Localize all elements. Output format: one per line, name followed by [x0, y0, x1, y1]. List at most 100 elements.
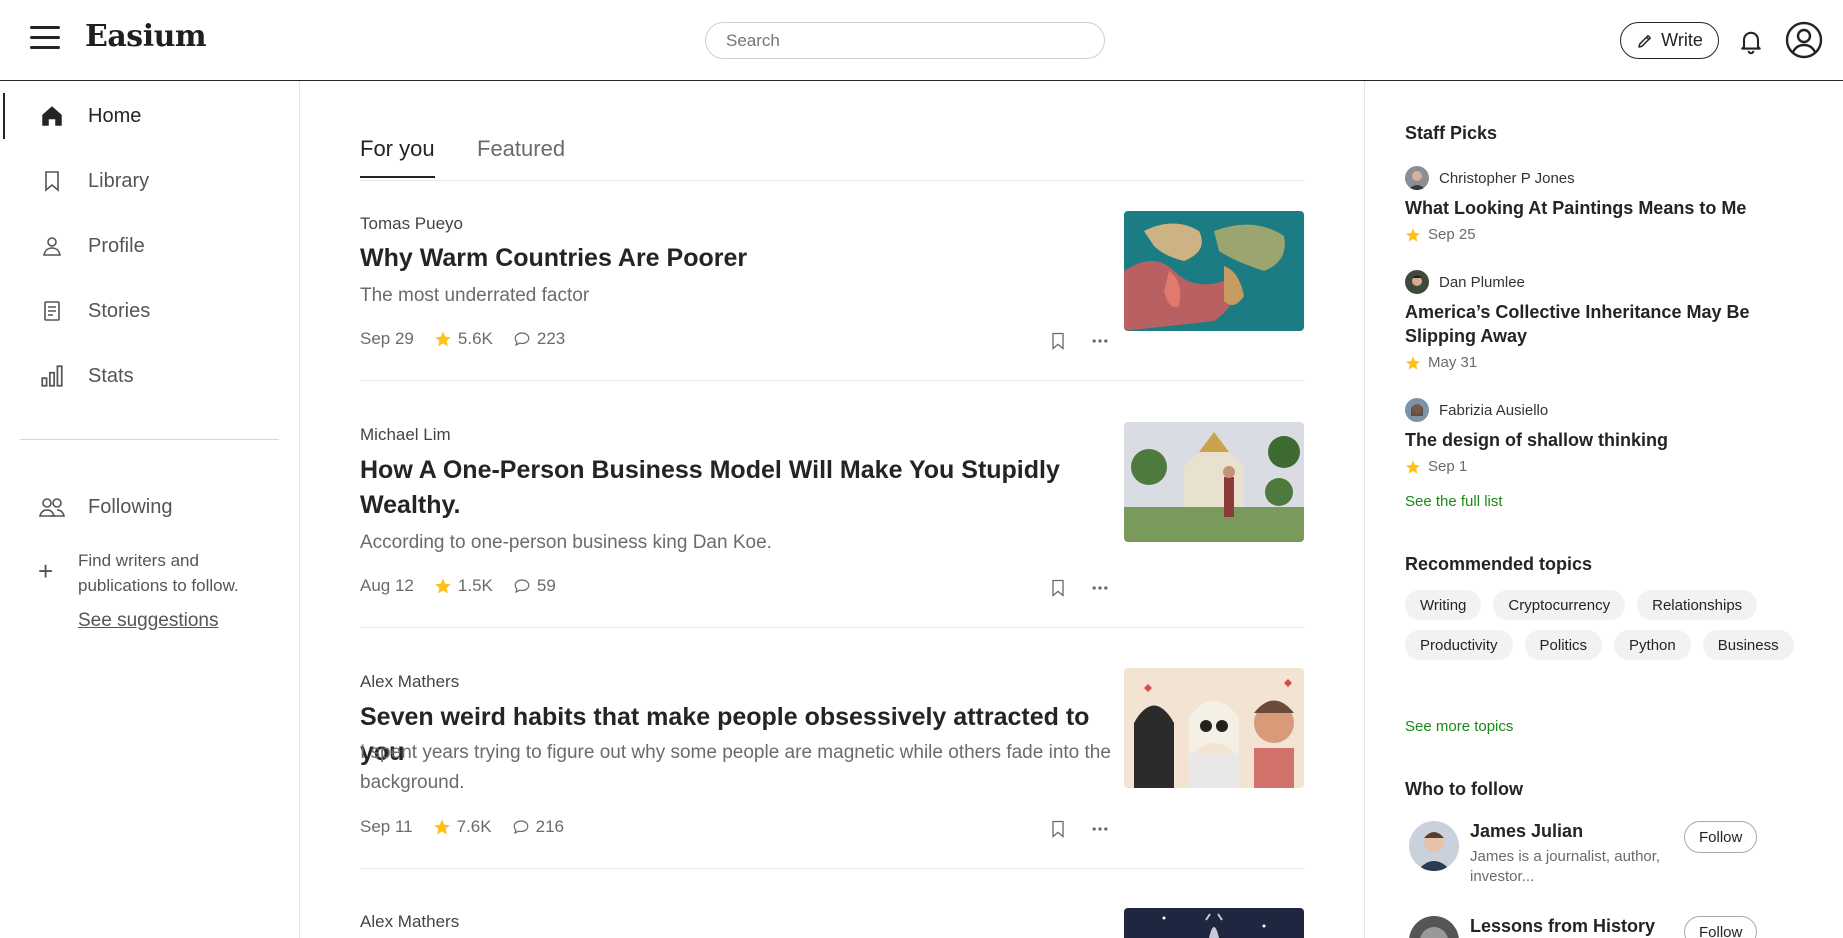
- bookmark-add-icon[interactable]: [1048, 331, 1068, 351]
- bookmark-icon: [38, 167, 66, 195]
- see-suggestions-link[interactable]: See suggestions: [78, 610, 219, 632]
- logo[interactable]: Easium: [85, 19, 207, 54]
- clap-count: 7.6K: [456, 817, 492, 836]
- story-meta: Sep 11 7.6K 216: [360, 817, 564, 837]
- follow-suggestion: Lessons from History Follow: [1405, 916, 1805, 938]
- topic-chip[interactable]: Python: [1614, 630, 1691, 660]
- star-icon: [1406, 355, 1420, 370]
- avatar[interactable]: [1405, 270, 1429, 294]
- star-icon: [1406, 227, 1420, 242]
- sidebar-item-stats[interactable]: Stats: [38, 358, 134, 394]
- story-author[interactable]: Tomas Pueyo: [360, 214, 463, 234]
- star-icon: [435, 331, 451, 347]
- menu-icon[interactable]: [30, 26, 60, 54]
- user-avatar-icon[interactable]: [1785, 21, 1823, 59]
- claps: 5.6K: [434, 329, 493, 349]
- follow-button[interactable]: Follow: [1684, 821, 1758, 853]
- sidebar-item-label: Home: [88, 104, 142, 127]
- story-subtitle: I spent years trying to figure out why s…: [360, 742, 1111, 793]
- story-card[interactable]: Alex Mathers: [360, 869, 1305, 938]
- story-date: Aug 12: [360, 576, 414, 595]
- story-card[interactable]: Michael Lim How A One-Person Business Mo…: [360, 381, 1305, 628]
- pick-title[interactable]: America’s Collective Inheritance May Be …: [1405, 300, 1765, 348]
- story-actions: [1048, 331, 1110, 351]
- pick-author[interactable]: Dan Plumlee: [1439, 274, 1525, 291]
- topic-list: Writing Cryptocurrency Relationships Pro…: [1405, 590, 1795, 660]
- topic-chip[interactable]: Business: [1702, 630, 1794, 660]
- pick-title[interactable]: What Looking At Paintings Means to Me: [1405, 196, 1765, 220]
- pick-author[interactable]: Christopher P Jones: [1439, 170, 1575, 187]
- topic-chip[interactable]: Cryptocurrency: [1493, 590, 1626, 620]
- person-icon: [38, 232, 66, 260]
- story-author[interactable]: Alex Mathers: [360, 672, 459, 692]
- story-author[interactable]: Michael Lim: [360, 425, 451, 445]
- pick-date: May 31: [1428, 354, 1478, 371]
- right-sidebar: Staff Picks Christopher P Jones What Loo…: [1364, 81, 1843, 938]
- claps: 1.5K: [434, 576, 493, 596]
- pick-title[interactable]: The design of shallow thinking: [1405, 428, 1765, 452]
- story-card[interactable]: Tomas Pueyo Why Warm Countries Are Poore…: [360, 181, 1305, 381]
- follow-button[interactable]: Follow: [1684, 916, 1758, 938]
- search-input[interactable]: [705, 22, 1105, 59]
- follow-name[interactable]: Lessons from History: [1470, 916, 1655, 937]
- star-icon: [435, 578, 451, 594]
- plus-icon[interactable]: +: [38, 558, 53, 584]
- topic-chip[interactable]: Politics: [1524, 630, 1603, 660]
- story-thumbnail[interactable]: [1124, 422, 1304, 542]
- avatar[interactable]: [1405, 398, 1429, 422]
- sidebar-item-library[interactable]: Library: [38, 163, 149, 199]
- tab-for-you[interactable]: For you: [360, 136, 435, 178]
- pencil-icon: [1638, 34, 1652, 48]
- see-full-list-link[interactable]: See the full list: [1405, 493, 1503, 510]
- bookmark-add-icon[interactable]: [1048, 578, 1068, 598]
- home-icon: [38, 102, 66, 130]
- staff-pick[interactable]: Christopher P Jones What Looking At Pain…: [1405, 166, 1765, 243]
- star-icon: [433, 819, 450, 835]
- write-button[interactable]: Write: [1620, 22, 1719, 59]
- bookmark-add-icon[interactable]: [1048, 819, 1068, 839]
- avatar[interactable]: [1409, 916, 1459, 938]
- divider: [20, 439, 279, 440]
- avatar[interactable]: [1409, 821, 1459, 871]
- story-author[interactable]: Alex Mathers: [360, 912, 459, 932]
- story-meta: Sep 29 5.6K 223: [360, 329, 565, 349]
- more-icon[interactable]: [1090, 331, 1110, 351]
- sidebar-item-label: Stats: [88, 364, 134, 387]
- see-more-topics-link[interactable]: See more topics: [1405, 718, 1513, 735]
- avatar[interactable]: [1405, 166, 1429, 190]
- sidebar-item-following[interactable]: Following: [38, 489, 172, 525]
- topic-chip[interactable]: Relationships: [1637, 590, 1758, 620]
- feed-tabs: For you Featured: [360, 118, 1305, 181]
- story-title[interactable]: Why Warm Countries Are Poorer: [360, 241, 1120, 276]
- tab-featured[interactable]: Featured: [477, 136, 565, 176]
- topic-chip[interactable]: Productivity: [1405, 630, 1513, 660]
- pick-date: Sep 1: [1428, 458, 1468, 475]
- follow-name[interactable]: James Julian: [1470, 821, 1583, 842]
- topic-chip[interactable]: Writing: [1405, 590, 1482, 620]
- story-title[interactable]: How A One-Person Business Model Will Mak…: [360, 453, 1120, 523]
- active-indicator: [3, 93, 5, 139]
- more-icon[interactable]: [1090, 578, 1110, 598]
- sidebar-item-profile[interactable]: Profile: [38, 228, 145, 264]
- document-icon: [38, 297, 66, 325]
- response-count: 223: [536, 329, 566, 348]
- left-sidebar: Home Library Profile Stories Stats Follo…: [0, 81, 300, 938]
- sidebar-item-stories[interactable]: Stories: [38, 293, 150, 329]
- staff-pick[interactable]: Dan Plumlee America’s Collective Inherit…: [1405, 270, 1765, 371]
- responses[interactable]: 59: [513, 576, 556, 596]
- responses[interactable]: 223: [513, 329, 565, 349]
- write-label: Write: [1661, 30, 1703, 50]
- staff-pick[interactable]: Fabrizia Ausiello The design of shallow …: [1405, 398, 1765, 475]
- sidebar-item-label: Profile: [88, 234, 145, 257]
- sidebar-item-label: Stories: [88, 299, 151, 322]
- story-thumbnail[interactable]: [1124, 211, 1304, 331]
- story-thumbnail[interactable]: [1124, 668, 1304, 788]
- story-card[interactable]: Alex Mathers Seven weird habits that mak…: [360, 628, 1305, 869]
- pick-author[interactable]: Fabrizia Ausiello: [1439, 402, 1548, 419]
- staff-picks-title: Staff Picks: [1405, 123, 1498, 143]
- responses[interactable]: 216: [512, 817, 564, 837]
- sidebar-item-home[interactable]: Home: [38, 98, 141, 134]
- bell-icon[interactable]: [1737, 27, 1765, 55]
- story-thumbnail[interactable]: [1124, 908, 1304, 938]
- more-icon[interactable]: [1090, 819, 1110, 839]
